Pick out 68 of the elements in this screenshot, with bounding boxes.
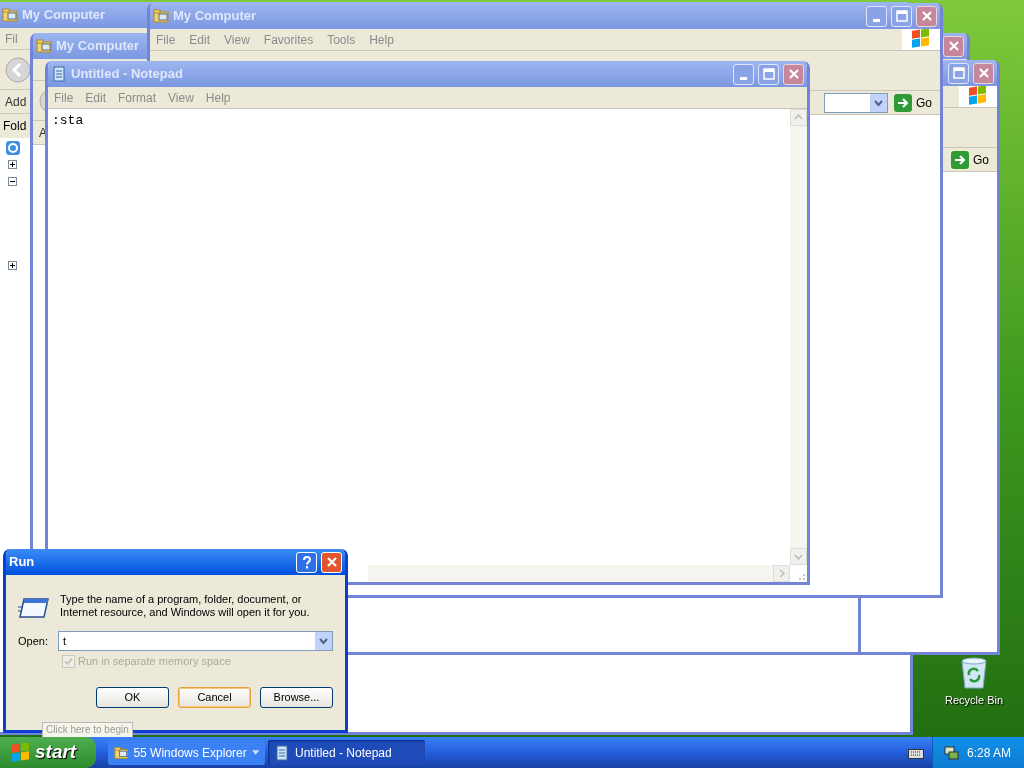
maximize-icon <box>950 65 967 81</box>
menu-item[interactable]: Help <box>369 30 394 49</box>
address-field[interactable] <box>824 92 888 113</box>
expand-icon <box>8 160 17 169</box>
keyboard-icon <box>908 746 924 759</box>
text-area[interactable]: :sta <box>48 109 790 565</box>
icon-label: Recycle Bin <box>944 693 1004 708</box>
maximize-button[interactable] <box>758 63 779 85</box>
collapse-icon <box>8 177 17 186</box>
menu-item[interactable]: View <box>168 88 194 107</box>
close-button[interactable] <box>943 35 964 57</box>
network-icon <box>943 744 959 761</box>
menu-item[interactable]: File <box>156 30 176 49</box>
menu-item[interactable]: Tools <box>327 30 356 49</box>
maximize-button[interactable] <box>948 62 969 84</box>
menu-item[interactable]: File <box>54 88 74 107</box>
open-field[interactable]: t <box>57 631 333 651</box>
address-label: Add <box>5 93 27 111</box>
help-button[interactable] <box>296 551 317 573</box>
window-title: My Computer <box>173 7 257 26</box>
maximize-button[interactable] <box>891 5 912 27</box>
dialog-button[interactable]: OK <box>96 686 169 708</box>
menu-item[interactable]: Favorites <box>263 30 314 49</box>
menu-item[interactable]: Help <box>205 88 231 107</box>
dialog-button[interactable]: Browse... <box>260 686 333 708</box>
minimize-button[interactable] <box>733 63 754 85</box>
maximize-icon <box>760 66 777 82</box>
close-button[interactable] <box>973 62 994 84</box>
menu-item[interactable]: Edit <box>85 88 107 107</box>
close-button[interactable] <box>916 5 937 27</box>
open-label: Open: <box>18 633 48 649</box>
menu-item[interactable]: Edit <box>189 30 211 49</box>
description-text: Type the name of a program, folder, document, or Internet resource, and Windows will open it for you. <box>60 593 311 619</box>
notepad-icon <box>274 744 290 761</box>
window-title: Untitled - Notepad <box>71 65 183 84</box>
folder-icon <box>36 38 52 54</box>
resize-grip-icon <box>797 572 805 580</box>
taskbar-button[interactable]: 55 Windows Explorer <box>108 740 265 765</box>
go-button[interactable]: Go <box>892 93 934 112</box>
dialog-button[interactable]: Cancel <box>178 686 251 708</box>
menu-item[interactable]: Format <box>118 88 157 107</box>
window-title: My Computer <box>22 6 106 25</box>
checkbox-label: Run in separate memory space <box>78 654 231 669</box>
window-title: My Computer <box>56 37 140 56</box>
close-button[interactable] <box>783 63 804 85</box>
run-icon <box>18 595 50 619</box>
folder-icon <box>2 7 18 23</box>
notepad-icon <box>51 66 67 82</box>
windows-logo-icon <box>967 85 989 108</box>
minimize-button[interactable] <box>866 5 887 27</box>
folder-icon <box>114 744 129 761</box>
window-title: Run <box>9 553 35 572</box>
minimize-icon <box>873 18 880 22</box>
go-button[interactable]: Go <box>949 150 991 169</box>
clock: 6:28 AM <box>967 744 1012 762</box>
windows-logo-icon <box>10 742 30 763</box>
taskbar-button[interactable]: Untitled - Notepad <box>268 740 425 765</box>
folders-label: Fold <box>3 118 27 135</box>
menu-item[interactable]: View <box>224 30 250 49</box>
horizontal-scrollbar[interactable] <box>368 565 790 582</box>
expand-icon <box>8 261 17 270</box>
recycle-bin-icon <box>959 657 989 689</box>
start-button[interactable]: start <box>0 737 96 768</box>
tooltip: Click here to begin <box>42 722 133 738</box>
menu-item[interactable]: Fil <box>5 29 18 48</box>
maximize-icon <box>893 8 910 24</box>
folder-icon <box>153 8 169 24</box>
windows-logo-icon <box>910 28 932 51</box>
